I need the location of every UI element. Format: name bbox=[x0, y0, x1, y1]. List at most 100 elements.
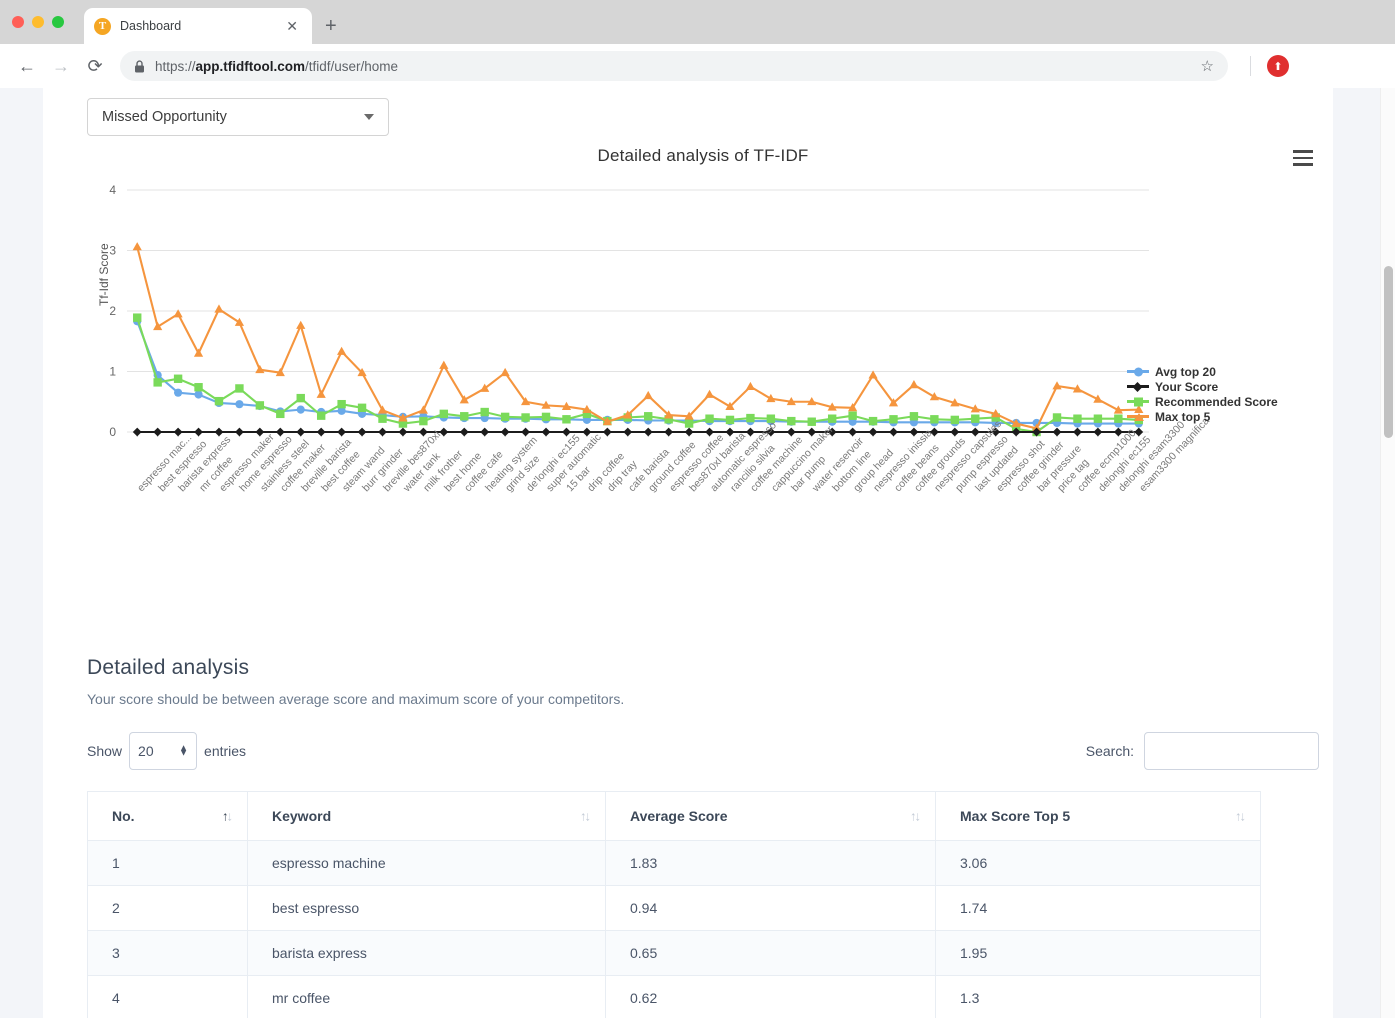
table-controls: Show 20 ▲▼ entries Search: bbox=[87, 731, 1319, 771]
profile-avatar[interactable]: ⬆ bbox=[1267, 55, 1289, 77]
table-body: 1espresso machine1.833.062best espresso0… bbox=[88, 841, 1261, 1018]
legend-label: Your Score bbox=[1155, 380, 1218, 394]
legend-label: Recommended Score bbox=[1155, 395, 1278, 409]
toolbar-divider bbox=[1250, 56, 1251, 76]
legend-triangle-icon bbox=[1127, 415, 1149, 418]
opportunity-filter-select[interactable]: Missed Opportunity bbox=[87, 98, 389, 136]
cell-keyword: best espresso bbox=[248, 886, 606, 931]
section-subtext: Your score should be between average sco… bbox=[87, 691, 1319, 707]
table-search-control: Search: bbox=[1086, 732, 1319, 770]
svg-text:3: 3 bbox=[109, 244, 116, 258]
page-left-gutter bbox=[0, 88, 43, 1018]
minimize-window-button[interactable] bbox=[32, 16, 44, 28]
column-label: No. bbox=[112, 808, 135, 824]
maximize-window-button[interactable] bbox=[52, 16, 64, 28]
column-label: Keyword bbox=[272, 808, 331, 824]
stepper-icon[interactable]: ▲▼ bbox=[179, 746, 188, 757]
close-window-button[interactable] bbox=[12, 16, 24, 28]
show-label: Show bbox=[87, 743, 122, 759]
browser-tab-strip: T Dashboard ✕ + bbox=[0, 0, 1395, 44]
lock-icon bbox=[134, 60, 145, 73]
analysis-table: No. ↑↓ Keyword ↑↓ Average Score ↑↓ bbox=[87, 791, 1261, 1018]
browser-toolbar: ← → ⟳ https://app.tfidftool.com/tfidf/us… bbox=[0, 44, 1395, 88]
back-icon[interactable]: ← bbox=[12, 51, 42, 81]
cell-keyword: espresso machine bbox=[248, 841, 606, 886]
cell-avg: 0.94 bbox=[606, 886, 936, 931]
column-header-average-score[interactable]: Average Score ↑↓ bbox=[606, 792, 936, 841]
table-row: 1espresso machine1.833.06 bbox=[88, 841, 1261, 886]
search-label: Search: bbox=[1086, 743, 1134, 759]
column-header-max-score-top5[interactable]: Max Score Top 5 ↑↓ bbox=[936, 792, 1261, 841]
sort-icon[interactable]: ↑↓ bbox=[910, 809, 919, 824]
cell-max: 1.74 bbox=[936, 886, 1261, 931]
page-scrollbar[interactable] bbox=[1380, 88, 1395, 1018]
legend-circle-icon bbox=[1127, 370, 1149, 373]
chart-legend: Avg top 20Your ScoreRecommended ScoreMax… bbox=[1127, 364, 1278, 424]
page-content: Missed Opportunity Detailed analysis of … bbox=[43, 88, 1333, 1018]
cell-no: 4 bbox=[88, 976, 248, 1018]
table-header-row: No. ↑↓ Keyword ↑↓ Average Score ↑↓ bbox=[88, 792, 1261, 841]
column-label: Max Score Top 5 bbox=[960, 808, 1070, 824]
bookmark-star-icon[interactable]: ☆ bbox=[1201, 57, 1214, 75]
cell-max: 3.06 bbox=[936, 841, 1261, 886]
svg-text:0: 0 bbox=[109, 425, 116, 439]
address-bar[interactable]: https://app.tfidftool.com/tfidf/user/hom… bbox=[120, 51, 1228, 81]
chevron-down-icon bbox=[364, 114, 374, 120]
cell-keyword: barista express bbox=[248, 931, 606, 976]
page-right-gutter bbox=[1333, 88, 1380, 1018]
sort-icon[interactable]: ↑↓ bbox=[1235, 809, 1244, 824]
search-input[interactable] bbox=[1144, 732, 1319, 770]
column-header-keyword[interactable]: Keyword ↑↓ bbox=[248, 792, 606, 841]
svg-text:1: 1 bbox=[109, 365, 116, 379]
legend-item[interactable]: Avg top 20 bbox=[1127, 364, 1278, 379]
entries-per-page-select[interactable]: 20 ▲▼ bbox=[129, 732, 197, 770]
cell-no: 1 bbox=[88, 841, 248, 886]
cell-keyword: mr coffee bbox=[248, 976, 606, 1018]
table-row: 2best espresso0.941.74 bbox=[88, 886, 1261, 931]
legend-item[interactable]: Max top 5 bbox=[1127, 409, 1278, 424]
legend-diamond-icon bbox=[1127, 385, 1149, 388]
new-tab-button[interactable]: + bbox=[325, 16, 337, 36]
section-heading: Detailed analysis bbox=[87, 656, 1319, 680]
table-head: No. ↑↓ Keyword ↑↓ Average Score ↑↓ bbox=[88, 792, 1261, 841]
legend-item[interactable]: Recommended Score bbox=[1127, 394, 1278, 409]
detailed-analysis-section: Detailed analysis Your score should be b… bbox=[87, 656, 1319, 1018]
legend-item[interactable]: Your Score bbox=[1127, 379, 1278, 394]
browser-window: T Dashboard ✕ + ← → ⟳ https://app.tfidft… bbox=[0, 0, 1395, 1018]
cell-avg: 0.65 bbox=[606, 931, 936, 976]
reload-icon[interactable]: ⟳ bbox=[80, 51, 110, 81]
column-label: Average Score bbox=[630, 808, 728, 824]
show-entries-control: Show 20 ▲▼ entries bbox=[87, 732, 246, 770]
tab-title: Dashboard bbox=[120, 19, 273, 33]
forward-icon[interactable]: → bbox=[46, 51, 76, 81]
hamburger-icon[interactable] bbox=[1293, 150, 1313, 166]
chart-title: Detailed analysis of TF-IDF bbox=[87, 146, 1319, 166]
table-row: 3barista express0.651.95 bbox=[88, 931, 1261, 976]
sort-icon[interactable]: ↑↓ bbox=[580, 809, 589, 824]
cell-no: 2 bbox=[88, 886, 248, 931]
legend-label: Avg top 20 bbox=[1155, 365, 1216, 379]
column-header-no[interactable]: No. ↑↓ bbox=[88, 792, 248, 841]
x-axis-labels: espresso mac...best espressobarista expr… bbox=[87, 482, 1319, 592]
tfidf-chart: Detailed analysis of TF-IDF Tf-Idf Score… bbox=[87, 146, 1319, 616]
favicon-icon: T bbox=[94, 18, 111, 35]
table-row: 4mr coffee0.621.3 bbox=[88, 976, 1261, 1018]
cell-max: 1.3 bbox=[936, 976, 1261, 1018]
cell-no: 3 bbox=[88, 931, 248, 976]
browser-tab[interactable]: T Dashboard ✕ bbox=[84, 8, 312, 44]
close-tab-icon[interactable]: ✕ bbox=[282, 17, 302, 35]
svg-text:2: 2 bbox=[109, 304, 116, 318]
svg-text:4: 4 bbox=[109, 183, 116, 197]
url-text: https://app.tfidftool.com/tfidf/user/hom… bbox=[155, 59, 398, 74]
entries-label: entries bbox=[204, 743, 246, 759]
legend-label: Max top 5 bbox=[1155, 410, 1210, 424]
sort-icon[interactable]: ↑↓ bbox=[222, 809, 231, 824]
entries-value: 20 bbox=[138, 743, 154, 759]
legend-square-icon bbox=[1127, 400, 1149, 403]
page-viewport: Missed Opportunity Detailed analysis of … bbox=[0, 88, 1395, 1018]
filter-selected-value: Missed Opportunity bbox=[102, 109, 364, 125]
scrollbar-thumb[interactable] bbox=[1384, 266, 1393, 438]
window-controls bbox=[12, 16, 64, 28]
cell-avg: 1.83 bbox=[606, 841, 936, 886]
cell-avg: 0.62 bbox=[606, 976, 936, 1018]
